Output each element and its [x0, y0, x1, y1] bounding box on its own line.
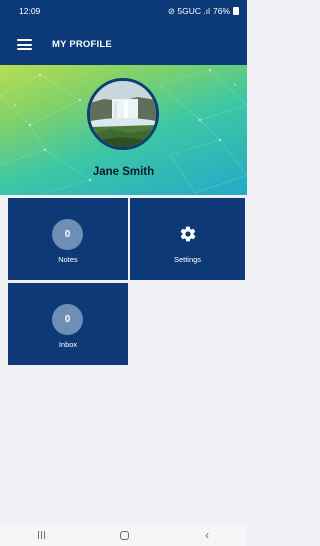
notes-tile[interactable]: 0 Notes: [8, 198, 128, 280]
avatar[interactable]: [87, 78, 159, 150]
home-icon[interactable]: [120, 530, 130, 540]
status-indicators: ⊘ 5GUC .ıl 76%: [168, 6, 239, 17]
inbox-label: Inbox: [58, 340, 78, 349]
page-title: MY PROFILE: [52, 39, 112, 50]
app-bar: MY PROFILE: [0, 22, 247, 65]
status-time: 12:09: [19, 6, 41, 16]
battery-icon: [233, 7, 239, 15]
notes-count-badge: 0: [52, 219, 83, 250]
network-status: ⊘ 5GUC .ıl: [167, 5, 210, 16]
inbox-tile[interactable]: 0 Inbox: [8, 283, 128, 365]
profile-header: Jane Smith: [0, 65, 247, 195]
notes-label: Notes: [58, 255, 78, 264]
inbox-count-badge: 0: [52, 304, 83, 335]
user-name: Jane Smith: [92, 166, 155, 178]
settings-label: Settings: [173, 255, 202, 264]
back-icon[interactable]: ‹: [205, 529, 209, 541]
settings-tile[interactable]: Settings: [130, 198, 245, 280]
status-bar: 12:09 ⊘ 5GUC .ıl 76%: [0, 0, 247, 22]
hamburger-menu-icon[interactable]: [17, 39, 32, 50]
system-nav-bar: ‹: [0, 524, 247, 546]
recents-icon[interactable]: [37, 531, 45, 539]
gear-icon: [180, 226, 196, 242]
battery-level: 76%: [212, 6, 230, 16]
